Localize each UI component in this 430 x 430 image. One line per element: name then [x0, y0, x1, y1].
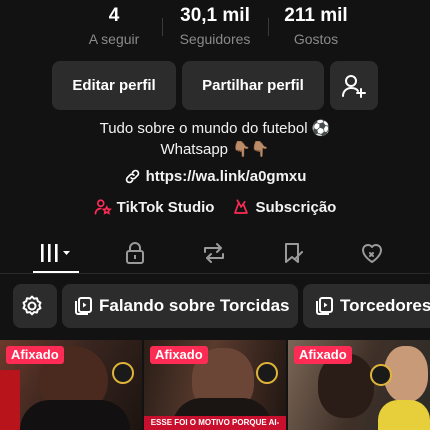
edit-profile-button[interactable]: Editar perfil: [52, 61, 176, 110]
repost-icon: [204, 242, 224, 263]
following-label: A seguir: [88, 31, 140, 47]
bio-link[interactable]: https://wa.link/a0gmxu: [0, 168, 430, 185]
playlist-icon: [75, 297, 92, 315]
followers-label: Seguidores: [179, 31, 251, 47]
subscription-link[interactable]: Subscrição: [232, 198, 336, 216]
tab-private[interactable]: [105, 232, 165, 273]
playlist-chips: Falando sobre Torcidas Torcedores: [0, 284, 430, 328]
shirt-shape: [20, 400, 130, 430]
stat-divider: [162, 18, 163, 36]
tab-saved[interactable]: [263, 232, 323, 273]
channel-logo: [112, 362, 134, 384]
heart-icon: [362, 243, 382, 263]
video-thumbnail[interactable]: Afixado ESSE FOI O MOTIVO PORQUE AI-: [144, 340, 286, 430]
lock-icon: [126, 241, 144, 264]
profile-stats: 4 A seguir 30,1 mil Seguidores 211 mil G…: [0, 4, 430, 52]
likes-label: Gostos: [293, 31, 339, 47]
creator-tools: TikTok Studio Subscrição: [0, 198, 430, 216]
video-caption: ESSE FOI O MOTIVO PORQUE AI-: [144, 416, 286, 430]
tab-reposts[interactable]: [184, 232, 244, 273]
stat-divider: [268, 18, 269, 36]
subscription-icon: [234, 199, 249, 214]
tiktok-studio-link[interactable]: TikTok Studio: [94, 198, 215, 216]
tab-liked[interactable]: [342, 232, 402, 273]
link-icon: [125, 169, 139, 184]
following-count: 4: [108, 5, 120, 26]
gear-icon: [22, 295, 42, 316]
playlist-icon: [316, 297, 333, 315]
playlist-chip[interactable]: Torcedores: [303, 284, 430, 328]
shirt-shape: [378, 400, 430, 430]
studio-icon: [94, 199, 112, 215]
playlist-settings-button[interactable]: [13, 284, 57, 328]
pinned-badge: Afixado: [150, 346, 208, 364]
likes-stat[interactable]: 211 mil Gostos: [276, 4, 356, 50]
pinned-badge: Afixado: [294, 346, 352, 364]
bio-link-text: https://wa.link/a0gmxu: [145, 168, 307, 185]
bio-line: Whatsapp 👇🏽👇🏽: [160, 141, 270, 158]
following-stat[interactable]: 4 A seguir: [74, 4, 154, 50]
playlist-chip[interactable]: Falando sobre Torcidas: [62, 284, 298, 328]
channel-logo: [256, 362, 278, 384]
bio-line: Tudo sobre o mundo do futebol ⚽: [99, 120, 331, 137]
followers-stat[interactable]: 30,1 mil Seguidores: [170, 4, 260, 50]
video-grid: Afixado Afixado ESSE FOI O MOTIVO PORQUE…: [0, 340, 430, 430]
likes-count: 211 mil: [284, 5, 348, 26]
tab-videos[interactable]: [26, 232, 86, 273]
playlist-chip-label: Torcedores: [340, 296, 430, 315]
red-background: [0, 370, 20, 430]
active-tab-indicator: [33, 271, 79, 273]
share-profile-button[interactable]: Partilhar perfil: [182, 61, 324, 110]
video-thumbnail[interactable]: Afixado: [0, 340, 142, 430]
followers-count: 30,1 mil: [180, 5, 250, 26]
add-user-icon: [342, 74, 366, 98]
bookmark-icon: [285, 242, 303, 263]
profile-actions: Editar perfil Partilhar perfil: [0, 61, 430, 110]
video-thumbnail[interactable]: Afixado: [288, 340, 430, 430]
pinned-badge: Afixado: [6, 346, 64, 364]
subscription-label: Subscrição: [255, 198, 337, 216]
channel-logo: [370, 364, 392, 386]
add-friend-button[interactable]: [330, 61, 378, 110]
grid-icon: [41, 243, 70, 262]
profile-tabs: [0, 232, 430, 274]
profile-bio: Tudo sobre o mundo do futebol ⚽ Whatsapp…: [0, 118, 430, 160]
tiktok-studio-label: TikTok Studio: [116, 198, 215, 216]
playlist-chip-label: Falando sobre Torcidas: [99, 296, 290, 315]
